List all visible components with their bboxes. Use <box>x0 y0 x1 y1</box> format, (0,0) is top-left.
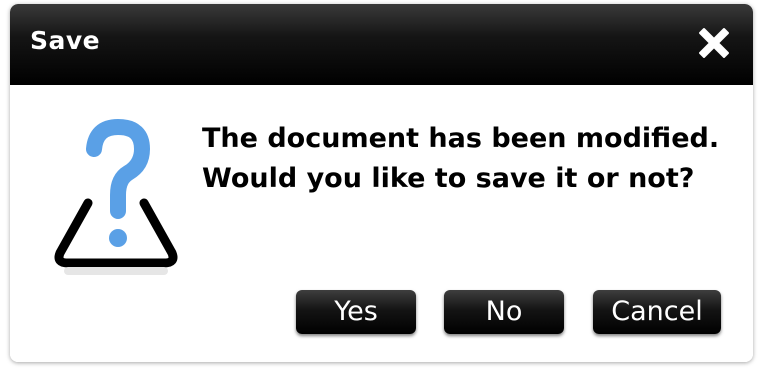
dialog-titlebar[interactable]: Save <box>10 4 753 85</box>
dialog-message: The document has been modified. Would yo… <box>202 119 742 199</box>
dialog-title: Save <box>30 26 101 55</box>
save-dialog: Save The document has been modified. Wou… <box>10 4 753 362</box>
no-button[interactable]: No <box>444 290 564 334</box>
message-line-2: Would you like to save it or not? <box>202 163 695 194</box>
close-icon[interactable] <box>693 22 735 64</box>
yes-button[interactable]: Yes <box>296 290 416 334</box>
message-line-1: The document has been modified. <box>202 123 720 154</box>
question-warning-icon <box>46 113 186 283</box>
dialog-body: The document has been modified. Would yo… <box>10 85 753 362</box>
cancel-button[interactable]: Cancel <box>593 290 721 334</box>
